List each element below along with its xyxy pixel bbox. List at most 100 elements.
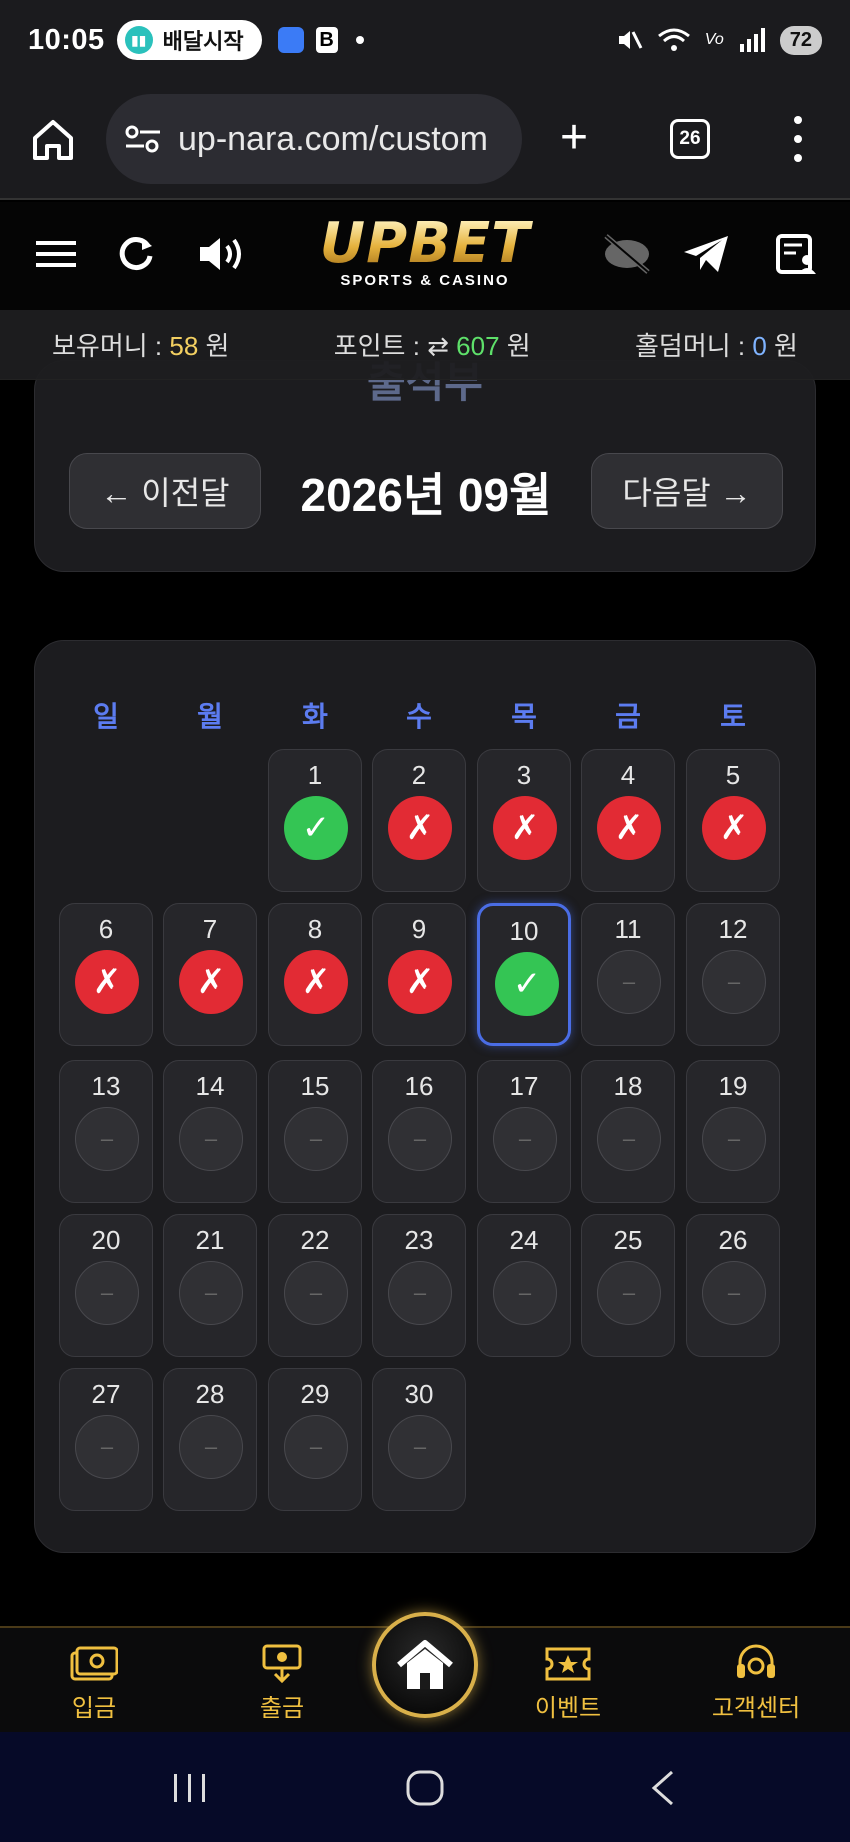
calendar-day[interactable]: 9 ✗ xyxy=(372,903,466,1046)
weekday-header: 수 xyxy=(406,701,432,732)
system-home-icon[interactable] xyxy=(404,1768,446,1808)
calendar-day[interactable]: 20 – xyxy=(59,1214,153,1357)
refresh-icon[interactable] xyxy=(114,232,158,276)
calendar-day[interactable]: 13 – xyxy=(59,1060,153,1203)
calendar-day[interactable]: 4 ✗ xyxy=(581,749,675,892)
pending-dash-icon: – xyxy=(388,1261,452,1325)
day-number: 28 xyxy=(195,1379,225,1409)
calendar-day[interactable]: 25 – xyxy=(581,1214,675,1357)
calendar-day[interactable]: 22 – xyxy=(268,1214,362,1357)
calendar-day[interactable]: 27 – xyxy=(59,1368,153,1511)
delivery-notification-pill[interactable]: ▮▮ 배달시작 xyxy=(116,20,262,60)
browser-home-icon[interactable] xyxy=(30,116,76,162)
deposit-cash-icon xyxy=(70,1646,118,1681)
attendance-calendar: 일 월 화 수 목 금 토 1 ✓ 2 ✗ 3 ✗ 4 ✗ 5 ✗ 6 ✗ 7 ✗ 8 ✗ 9 ✗ 10 ✓ 11–12–13–14–… xyxy=(34,640,816,1553)
back-icon[interactable] xyxy=(648,1768,678,1808)
attended-check-icon: ✓ xyxy=(284,796,348,860)
system-navigation-bar xyxy=(0,1732,850,1842)
calendar-day[interactable]: 11 – xyxy=(581,903,675,1046)
calendar-day[interactable]: 18 – xyxy=(581,1060,675,1203)
weekday-header: 토 xyxy=(720,701,746,732)
point-convert-icon[interactable]: ⇄ xyxy=(427,331,456,361)
point-balance[interactable]: 포인트 : ⇄ 607 원 xyxy=(334,326,531,363)
calendar-day[interactable]: 12 – xyxy=(686,903,780,1046)
deposit-button[interactable]: 입금 xyxy=(24,1644,164,1723)
calendar-day[interactable]: 5 ✗ xyxy=(686,749,780,892)
calendar-day[interactable]: 17 – xyxy=(477,1060,571,1203)
account-board-icon[interactable] xyxy=(774,232,818,276)
calendar-day[interactable]: 30 – xyxy=(372,1368,466,1511)
url-bar[interactable]: up-nara.com/custom xyxy=(106,94,522,184)
day-number: 27 xyxy=(91,1379,121,1409)
day-number: 2 xyxy=(411,760,427,790)
calendar-day[interactable]: 29 – xyxy=(268,1368,362,1511)
missed-x-icon: ✗ xyxy=(388,950,452,1014)
calendar-day[interactable]: 1 ✓ xyxy=(268,749,362,892)
withdraw-cash-icon xyxy=(262,1644,302,1684)
logo-wordmark: UPBET xyxy=(300,216,550,272)
pending-dash-icon: – xyxy=(284,1107,348,1171)
pending-dash-icon: – xyxy=(597,1261,661,1325)
calendar-day[interactable]: 16 – xyxy=(372,1060,466,1203)
calendar-day[interactable]: 7 ✗ xyxy=(163,903,257,1046)
wifi-icon xyxy=(657,28,690,51)
calendar-day[interactable]: 6 ✗ xyxy=(59,903,153,1046)
calendar-day-today[interactable]: 10 ✓ xyxy=(477,903,571,1046)
calendar-day[interactable]: 26 – xyxy=(686,1214,780,1357)
balance-bar: 보유머니 : 58 원 포인트 : ⇄ 607 원 홀덤머니 : 0 원 xyxy=(0,310,850,380)
missed-x-icon: ✗ xyxy=(75,950,139,1014)
browser-menu-icon[interactable] xyxy=(792,116,804,162)
missed-x-icon: ✗ xyxy=(702,796,766,860)
pending-dash-icon: – xyxy=(284,1415,348,1479)
day-number: 3 xyxy=(516,760,532,790)
calendar-day[interactable]: 14 – xyxy=(163,1060,257,1203)
weekday-header: 목 xyxy=(511,701,537,732)
day-number: 16 xyxy=(404,1071,434,1101)
next-month-button[interactable]: 다음달 → xyxy=(591,453,783,529)
chat-off-icon[interactable] xyxy=(600,232,654,276)
telegram-icon[interactable] xyxy=(682,232,730,276)
volte-icon: Vo xyxy=(704,31,724,48)
sound-icon[interactable] xyxy=(196,232,250,276)
status-bar: 10:05 ▮▮ 배달시작 B Vo 72 xyxy=(0,0,850,80)
calendar-day[interactable]: 24 – xyxy=(477,1214,571,1357)
calendar-day[interactable]: 19 – xyxy=(686,1060,780,1203)
new-tab-plus-icon[interactable]: + xyxy=(560,114,588,162)
calendar-day[interactable]: 21 – xyxy=(163,1214,257,1357)
pending-dash-icon: – xyxy=(493,1107,557,1171)
withdraw-button[interactable]: 출금 xyxy=(212,1644,352,1723)
calendar-day[interactable]: 28 – xyxy=(163,1368,257,1511)
calendar-day[interactable]: 3 ✗ xyxy=(477,749,571,892)
prev-month-button[interactable]: ← 이전달 xyxy=(69,453,261,529)
calendar-day[interactable]: 2 ✗ xyxy=(372,749,466,892)
calendar-day[interactable]: 23 – xyxy=(372,1214,466,1357)
pending-dash-icon: – xyxy=(75,1415,139,1479)
point-value: 607 xyxy=(456,331,500,361)
day-number: 30 xyxy=(404,1379,434,1409)
missed-x-icon: ✗ xyxy=(597,796,661,860)
day-number: 21 xyxy=(195,1225,225,1255)
mute-icon xyxy=(618,31,643,49)
calendar-day[interactable]: 15 – xyxy=(268,1060,362,1203)
support-button[interactable]: 고객센터 xyxy=(686,1644,826,1723)
hamburger-menu-icon[interactable] xyxy=(34,232,78,276)
browser-toolbar: up-nara.com/custom + 26 xyxy=(0,80,850,200)
tab-switcher-button[interactable]: 26 xyxy=(670,119,710,159)
day-number: 17 xyxy=(509,1071,539,1101)
day-number: 22 xyxy=(300,1225,330,1255)
missed-x-icon: ✗ xyxy=(388,796,452,860)
day-number: 12 xyxy=(718,914,748,944)
site-settings-icon[interactable] xyxy=(124,124,162,154)
status-icons: Vo 72 xyxy=(615,25,822,55)
recent-apps-icon[interactable] xyxy=(170,1768,210,1808)
day-number: 9 xyxy=(411,914,427,944)
home-fab-button[interactable] xyxy=(372,1612,478,1718)
upbet-logo[interactable]: UPBET SPORTS & CASINO xyxy=(300,216,550,290)
pending-dash-icon: – xyxy=(179,1107,243,1171)
calendar-day[interactable]: 8 ✗ xyxy=(268,903,362,1046)
day-number: 18 xyxy=(613,1071,643,1101)
battery-icon: 72 xyxy=(779,25,822,55)
day-number: 26 xyxy=(718,1225,748,1255)
pending-dash-icon: – xyxy=(284,1261,348,1325)
event-button[interactable]: 이벤트 xyxy=(498,1644,638,1723)
